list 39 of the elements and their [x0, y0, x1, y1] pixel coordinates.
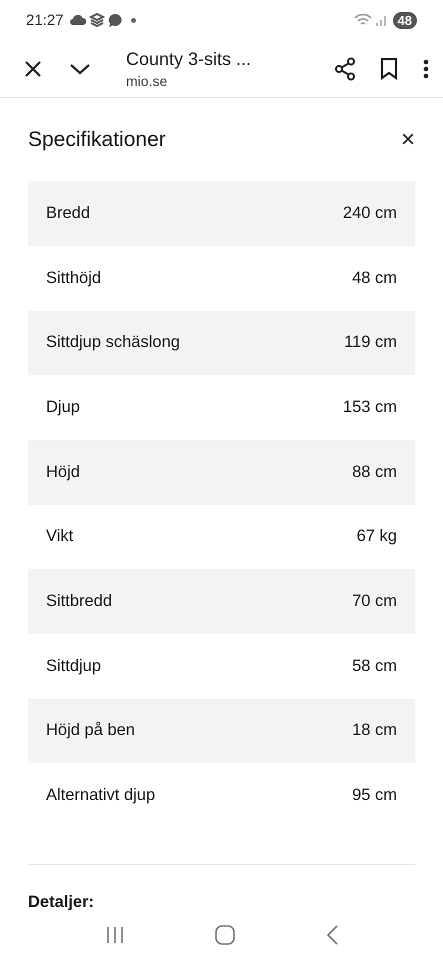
home-button[interactable] — [215, 925, 236, 945]
bookmark-button[interactable] — [379, 56, 399, 80]
status-time: 21:27 — [26, 12, 64, 28]
more-menu-button[interactable] — [421, 56, 431, 80]
close-button[interactable]: × — [400, 128, 415, 152]
spec-value: 58 cm — [352, 656, 397, 676]
spec-label: Vikt — [46, 527, 74, 546]
dot-icon — [130, 18, 136, 22]
spec-value: 240 cm — [342, 204, 397, 223]
spec-label: Djup — [46, 398, 80, 418]
spec-label: Sittbredd — [46, 592, 112, 612]
spec-label: Sitthöjd — [46, 268, 102, 288]
details-heading: Detaljer: — [28, 893, 96, 912]
page-title: County 3-sits ... — [126, 48, 252, 70]
cloud-icon — [70, 15, 86, 25]
spec-label: Sittdjup schäslong — [46, 333, 180, 352]
panel-title: Specifikationer — [28, 128, 166, 152]
wifi-icon — [354, 13, 372, 27]
spec-value: 67 kg — [356, 527, 397, 546]
spec-label: Höjd — [46, 462, 80, 482]
spec-value: 95 cm — [352, 786, 397, 806]
battery-level: 48 — [392, 12, 417, 28]
spec-label: Höjd på ben — [46, 721, 135, 740]
spec-value: 119 cm — [344, 333, 397, 352]
spec-value: 48 cm — [352, 268, 397, 288]
spec-value: 88 cm — [352, 462, 397, 482]
stack-icon — [88, 13, 105, 27]
recent-apps-button[interactable] — [105, 926, 126, 944]
spec-value: 18 cm — [352, 721, 397, 740]
share-button[interactable] — [333, 56, 357, 80]
spec-value: 70 cm — [352, 592, 397, 612]
signal-icon — [374, 14, 387, 26]
spec-value: 153 cm — [342, 398, 397, 418]
back-button[interactable] — [326, 925, 338, 945]
spec-label: Sittdjup — [46, 656, 102, 676]
chat-icon — [108, 12, 123, 28]
page-url: mio.se — [126, 72, 168, 88]
spec-label: Alternativt djup — [46, 786, 156, 806]
spec-label: Bredd — [46, 204, 90, 223]
